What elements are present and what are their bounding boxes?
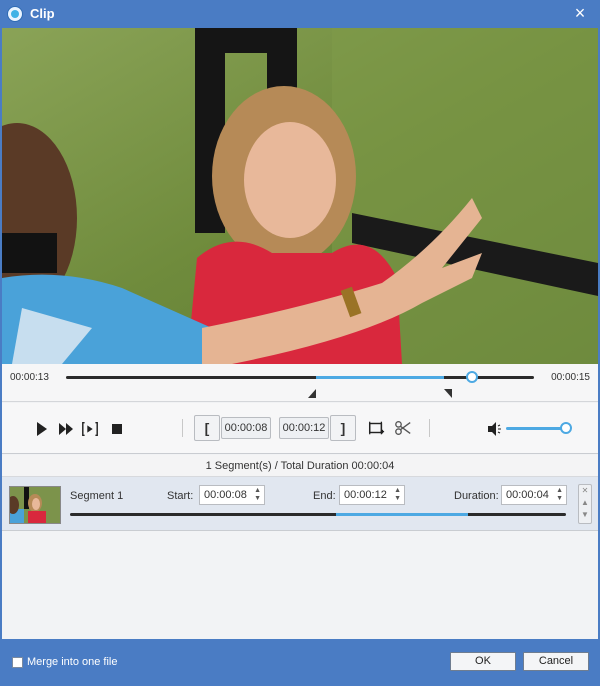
play-icon[interactable] [32,419,50,439]
segments-summary: 1 Segment(s) / Total Duration 00:00:04 [2,455,598,477]
stepper-arrows-icon[interactable]: ▲ ▼ [394,487,401,503]
start-time-field[interactable]: 00:00:08 [221,417,271,439]
end-label: End: [313,490,336,502]
delete-icon[interactable]: ✕ [579,485,591,497]
move-up-icon[interactable]: ▲ [579,497,591,509]
segment-end-stepper[interactable]: 00:00:12 ▲ ▼ [339,485,405,505]
segment-start-value: 00:00:08 [204,489,247,501]
fast-forward-icon[interactable] [57,419,75,439]
playback-controls: [ 00:00:08 00:00:12 ] [2,403,598,454]
segment-track [70,513,566,516]
current-time: 00:00:13 [10,372,49,383]
ok-button[interactable]: OK [450,652,516,671]
window-title: Clip [30,6,55,21]
move-down-icon[interactable]: ▼ [579,509,591,521]
volume-handle[interactable] [560,422,572,434]
video-frame-image [2,28,598,364]
crop-icon[interactable] [367,418,385,438]
start-label: Start: [167,490,194,502]
frame-step-icon[interactable] [81,419,99,439]
segment-duration-stepper[interactable]: 00:00:04 ▲ ▼ [501,485,567,505]
duration-label: Duration: [454,490,499,502]
stepper-arrows-icon[interactable]: ▲ ▼ [254,487,261,503]
app-logo-icon [7,6,23,22]
segment-side-controls: ✕ ▲ ▼ [578,484,592,524]
start-marker-handle[interactable] [308,389,316,398]
set-end-button[interactable]: ] [330,415,356,441]
volume-slider[interactable] [506,427,568,430]
dialog-content: 00:00:13 00:00:15 [00:00:08 00:00:12] … [2,28,598,639]
volume-icon[interactable] [486,419,504,439]
video-preview [2,28,598,364]
timeline-selection [316,376,444,379]
close-icon[interactable]: × [570,3,590,23]
stepper-arrows-icon[interactable]: ▲ ▼ [556,487,563,503]
segment-name: Segment 1 [70,490,124,502]
timeline-bar: 00:00:13 00:00:15 [2,364,598,402]
segment-row[interactable]: Segment 1 Start: 00:00:08 ▲ ▼ End: 00:00:… [2,477,598,531]
segment-range [336,513,468,516]
segment-end-value: 00:00:12 [344,489,387,501]
segment-duration-value: 00:00:04 [506,489,549,501]
clip-dialog: Clip × 00:00:13 00:00:15 [00:00:08 00:0… [0,0,600,686]
set-start-button[interactable]: [ [194,415,220,441]
merge-label[interactable]: Merge into one file [27,656,118,668]
segment-list-empty-area [2,531,598,639]
scissors-icon[interactable] [394,418,412,438]
title-bar: Clip × [0,0,600,28]
timeline-track[interactable] [66,371,534,383]
end-time-field[interactable]: 00:00:12 [279,417,329,439]
divider [429,419,430,437]
playhead-handle[interactable] [466,371,478,383]
segment-start-stepper[interactable]: 00:00:08 ▲ ▼ [199,485,265,505]
merge-checkbox[interactable] [12,657,23,668]
divider [182,419,183,437]
cancel-button[interactable]: Cancel [523,652,589,671]
segment-thumbnail [9,486,61,524]
stop-icon[interactable] [108,419,126,439]
total-time: 00:00:15 [551,372,590,383]
end-marker-handle[interactable] [444,389,452,398]
